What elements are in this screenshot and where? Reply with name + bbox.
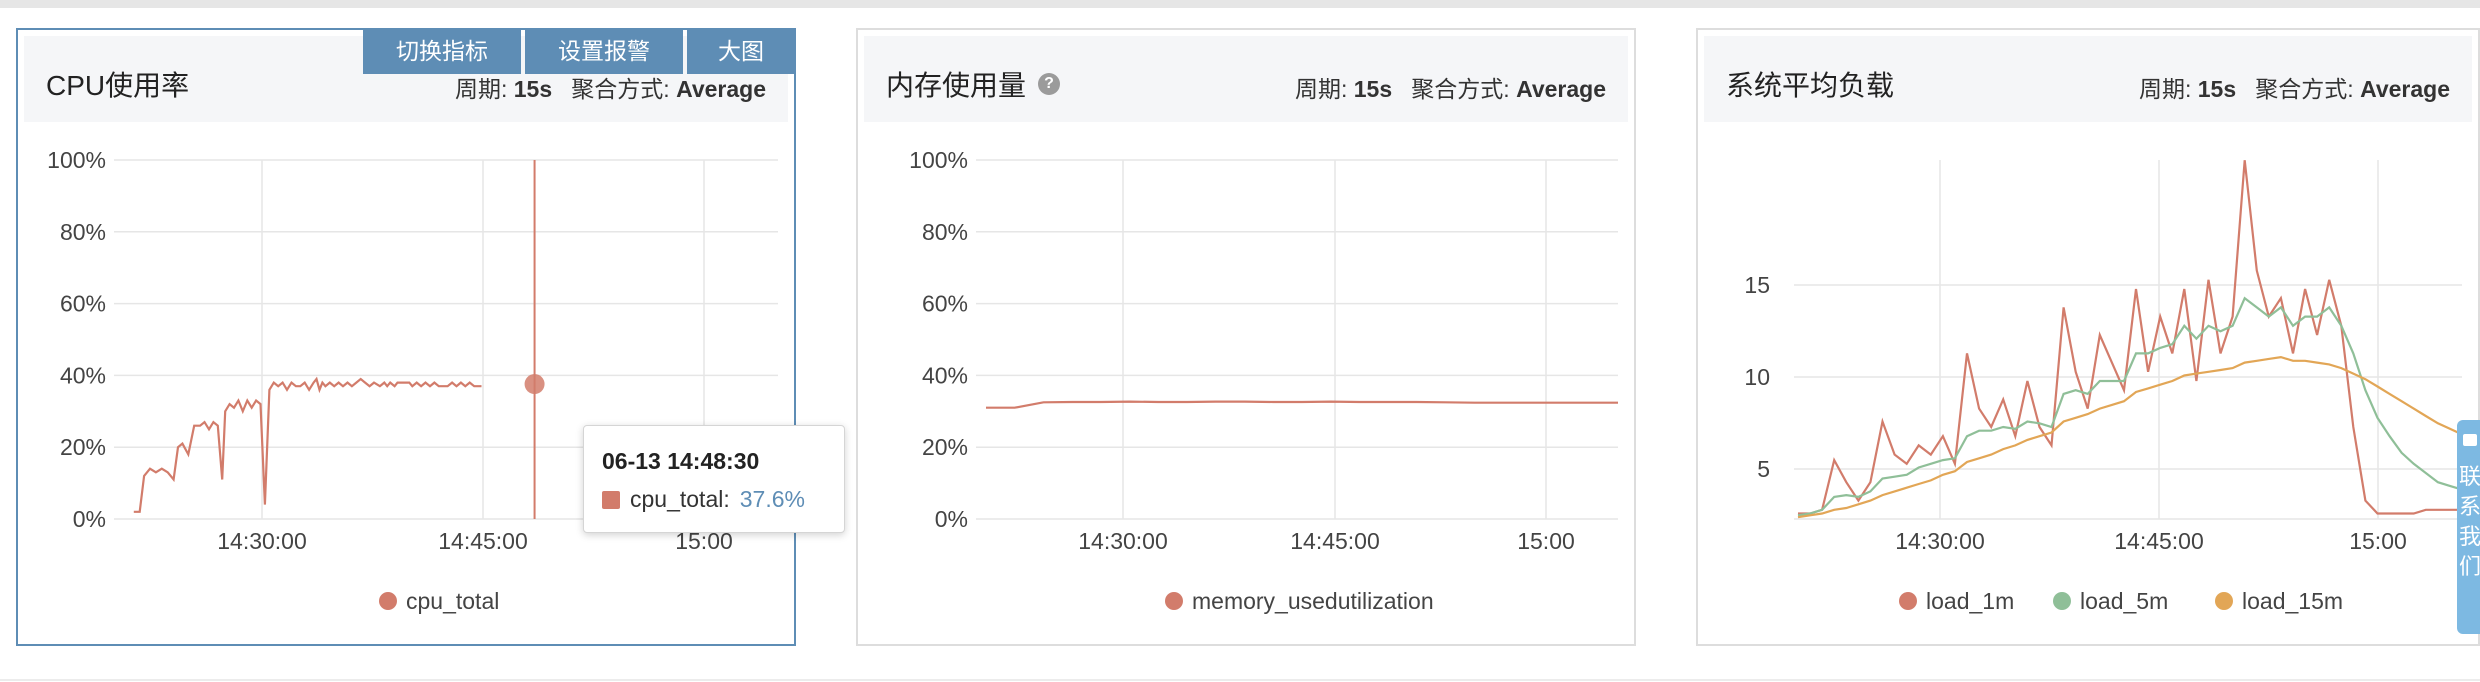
top-divider xyxy=(0,0,2480,8)
system-load-chart[interactable]: 5 10 15 14:30:00 14:45:00 15:00 load_1m load_5m… xyxy=(1698,30,2480,648)
cpu-usage-chart[interactable]: 0%20%40%60%80%100%14:30:00 14:45:00 15:00c… xyxy=(18,30,798,648)
set-alarm-button[interactable]: 设置报警 xyxy=(525,28,683,74)
y-tick-label: 10 xyxy=(1744,364,1770,390)
x-tick-label: 14:45:00 xyxy=(438,528,528,554)
y-tick-label: 40% xyxy=(60,362,106,388)
y-tick-label: 5 xyxy=(1757,456,1770,482)
cpu-usage-panel[interactable]: CPU使用率 周期: 15s 聚合方式: Average 0% 20% 40% 60%… xyxy=(16,28,796,646)
enlarge-button[interactable]: 大图 xyxy=(687,28,795,74)
legend-label: load_1m xyxy=(1926,588,2014,614)
y-tick-label: 40% xyxy=(922,362,968,388)
y-tick-label: 60% xyxy=(922,291,968,317)
x-tick-label: 14:30:00 xyxy=(1895,528,1985,554)
tooltip-time: 06-13 14:48:30 xyxy=(602,448,760,474)
y-tick-label: 60% xyxy=(60,291,106,317)
bottom-divider xyxy=(0,679,2480,681)
y-tick-label: 0% xyxy=(935,506,968,532)
tooltip-swatch xyxy=(602,490,620,509)
y-tick-label: 20% xyxy=(60,434,106,460)
x-tick-label: 14:30:00 xyxy=(1078,528,1168,554)
y-tick-label: 0% xyxy=(73,506,106,532)
legend-marker xyxy=(1899,592,1917,610)
y-tick-label: 20% xyxy=(922,434,968,460)
y-tick-label: 80% xyxy=(60,219,106,245)
chart-tooltip: 06-13 14:48:30 cpu_total: 37.6% xyxy=(583,425,845,533)
y-tick-label: 80% xyxy=(922,219,968,245)
tooltip-value: 37.6% xyxy=(739,486,805,512)
x-tick-label: 14:45:00 xyxy=(1290,528,1380,554)
legend-label: memory_usedutilization xyxy=(1192,588,1434,614)
panel-action-bar: 切换指标 设置报警 大图 xyxy=(363,28,799,74)
legend-marker xyxy=(2215,592,2233,610)
contact-us-widget[interactable]: 联系我们 xyxy=(2457,420,2480,634)
tooltip-series: cpu_total: xyxy=(630,486,730,512)
load-1m-line xyxy=(1798,160,2462,515)
legend-marker xyxy=(2053,592,2071,610)
legend-label: load_5m xyxy=(2080,588,2168,614)
chat-icon xyxy=(2463,434,2477,446)
y-tick-label: 15 xyxy=(1744,272,1770,298)
y-tick-label: 100% xyxy=(909,147,968,173)
y-tick-label: 100% xyxy=(47,147,106,173)
legend-label: cpu_total xyxy=(406,588,499,614)
legend-marker xyxy=(379,592,397,610)
cpu-total-line xyxy=(133,376,482,513)
memory-usage-panel[interactable]: 内存使用量 ? 周期: 15s 聚合方式: Average 0% 20% 40% 60… xyxy=(856,28,1636,646)
contact-us-text: 联系我们 xyxy=(2459,464,2480,579)
memory-usedutilization-line xyxy=(986,400,1618,409)
switch-metric-button[interactable]: 切换指标 xyxy=(363,28,521,74)
x-tick-label: 15:00 xyxy=(2349,528,2407,554)
x-tick-label: 14:30:00 xyxy=(217,528,307,554)
system-load-panel[interactable]: 系统平均负载 周期: 15s 聚合方式: Average 5 10 15 14:30:… xyxy=(1696,28,2480,646)
x-tick-label: 14:45:00 xyxy=(2114,528,2204,554)
hover-point xyxy=(524,374,545,395)
tooltip-row: cpu_total: 37.6% xyxy=(602,486,805,513)
legend-marker xyxy=(1165,592,1183,610)
legend-label: load_15m xyxy=(2242,588,2343,614)
memory-usage-chart[interactable]: 0% 20% 40% 60% 80% 100% 14:30:00 14:45:00 15:00 m… xyxy=(858,30,1638,648)
x-tick-label: 15:00 xyxy=(1517,528,1575,554)
